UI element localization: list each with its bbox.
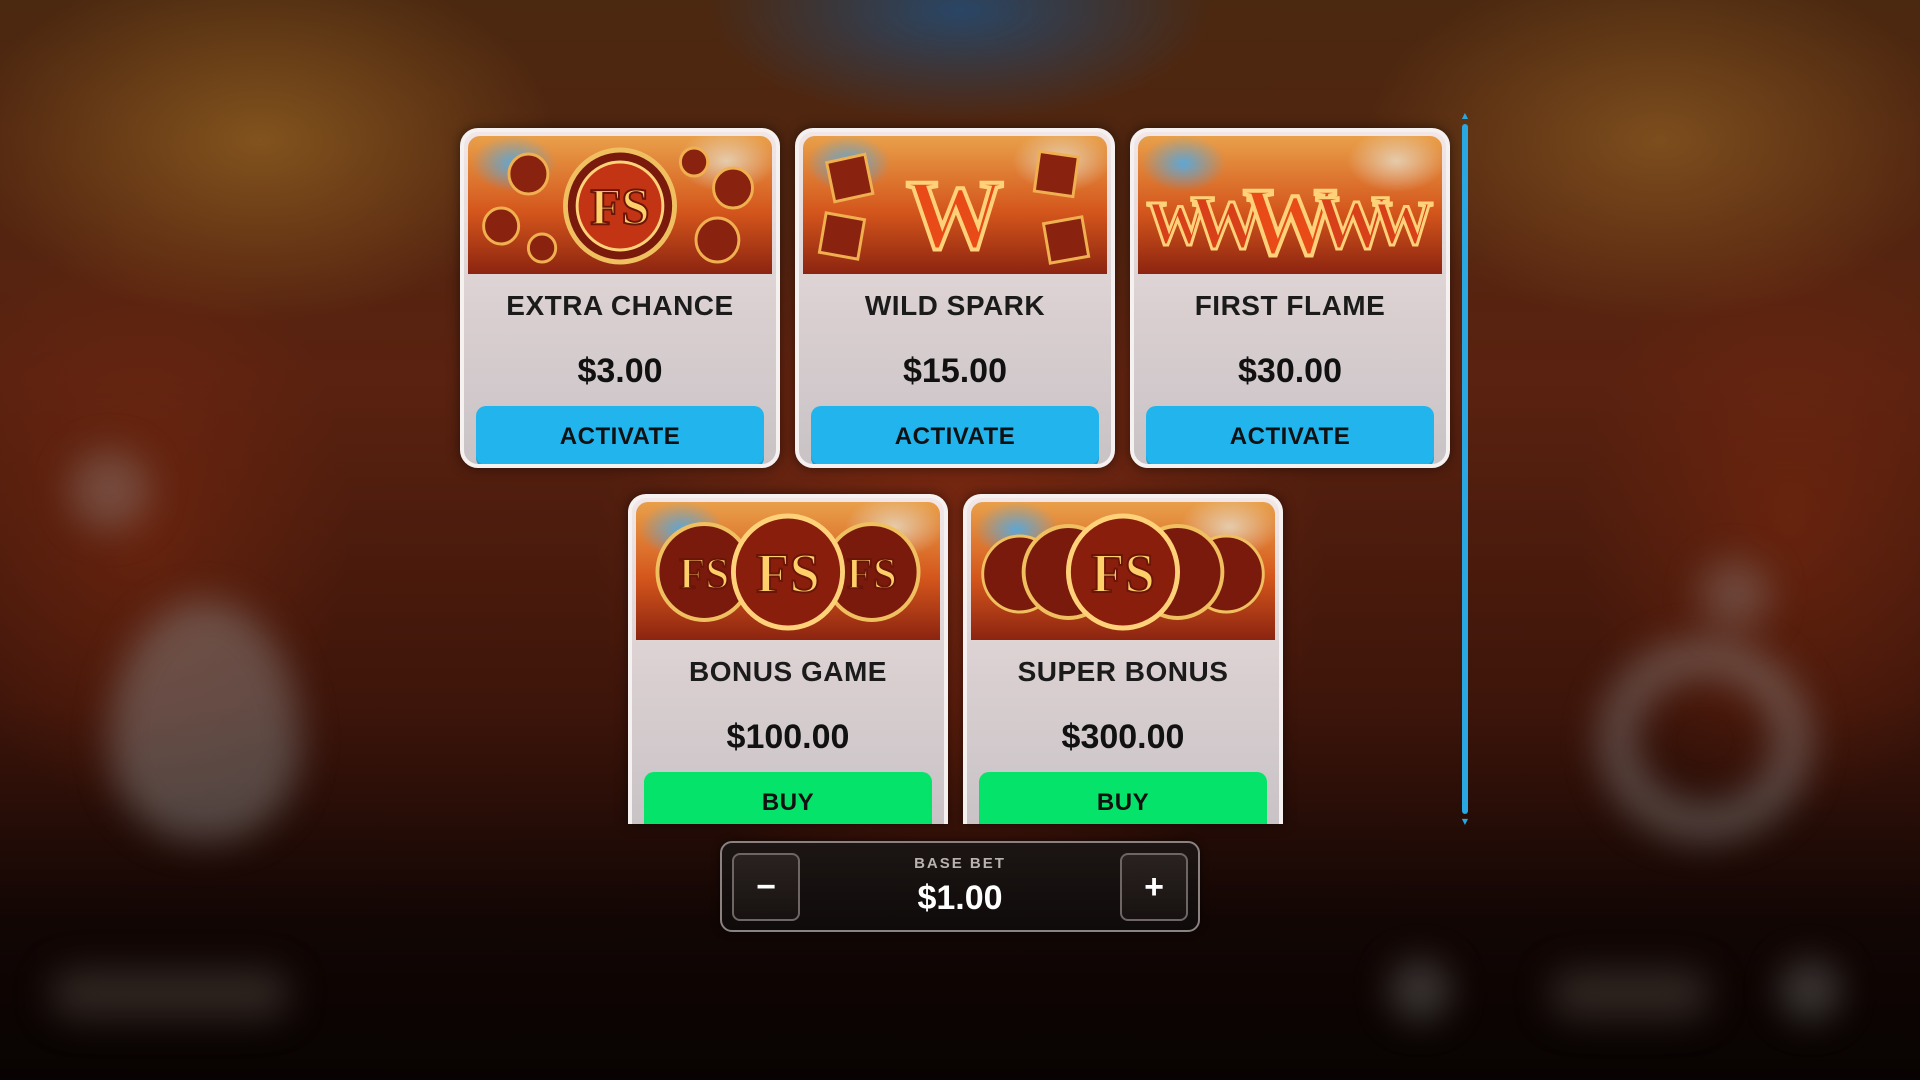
blurred-bet-bar	[1550, 970, 1710, 1018]
scrollbar[interactable]: ▲ ▼	[1461, 112, 1469, 826]
fs-scatter-symbol-icon: FS	[468, 136, 772, 274]
card-price: $30.00	[1238, 352, 1342, 390]
super-fs-symbol-icon: FS	[971, 502, 1275, 640]
feature-card-first-flame: W W W W W FIRST FLAME $30.00 ACTIVATE	[1130, 128, 1450, 468]
feature-card-wild-spark: W WILD SPARK $15.00 ACTIVATE	[795, 128, 1115, 468]
blurred-button-icon	[1780, 960, 1840, 1020]
feature-card-extra-chance: FS EXTRA CHANCE $3.00 ACTIVATE	[460, 128, 780, 468]
activate-button[interactable]: ACTIVATE	[811, 406, 1099, 464]
triple-fs-symbol-icon: FS FS FS	[636, 502, 940, 640]
buy-button[interactable]: BUY	[979, 772, 1267, 824]
wild-row-symbol-icon: W W W W W	[1138, 136, 1442, 274]
feature-card-bonus-game: FS FS FS BONUS GAME $100.00 BUY	[628, 494, 948, 824]
scroll-down-arrow-icon[interactable]: ▼	[1461, 818, 1469, 826]
activate-button[interactable]: ACTIVATE	[476, 406, 764, 464]
svg-text:FS: FS	[756, 542, 820, 604]
blurred-flame-icon	[110, 600, 300, 840]
svg-text:FS: FS	[847, 550, 897, 599]
increase-bet-button[interactable]: +	[1120, 853, 1188, 921]
blurred-spin-icon	[1600, 640, 1810, 840]
svg-text:W: W	[1373, 189, 1433, 258]
wild-symbol-icon: W	[803, 136, 1107, 274]
activate-button[interactable]: ACTIVATE	[1146, 406, 1434, 464]
svg-text:W: W	[906, 160, 1003, 270]
blurred-balance-bar	[50, 970, 290, 1018]
card-price: $300.00	[1061, 718, 1185, 756]
blurred-button-icon	[1390, 960, 1450, 1020]
feature-card-super-bonus: FS SUPER BONUS $300.00 BUY	[963, 494, 1283, 824]
buy-button[interactable]: BUY	[644, 772, 932, 824]
card-title: EXTRA CHANCE	[506, 290, 734, 321]
scroll-up-arrow-icon[interactable]: ▲	[1461, 112, 1469, 120]
card-title: FIRST FLAME	[1194, 290, 1386, 321]
card-title: WILD SPARK	[864, 290, 1046, 321]
card-price: $100.00	[726, 718, 850, 756]
scroll-thumb[interactable]	[1462, 124, 1468, 814]
base-bet-panel: − BASE BET $1.00 +	[720, 841, 1200, 932]
svg-text:FS: FS	[679, 550, 729, 599]
svg-text:FS: FS	[1091, 542, 1155, 604]
card-price: $3.00	[577, 352, 663, 390]
blurred-button-icon	[1700, 560, 1770, 630]
card-title: SUPER BONUS	[1017, 656, 1229, 687]
svg-text:FS: FS	[590, 178, 649, 236]
card-price: $15.00	[903, 352, 1007, 390]
blurred-button-icon	[70, 450, 150, 530]
card-title: BONUS GAME	[689, 656, 887, 687]
